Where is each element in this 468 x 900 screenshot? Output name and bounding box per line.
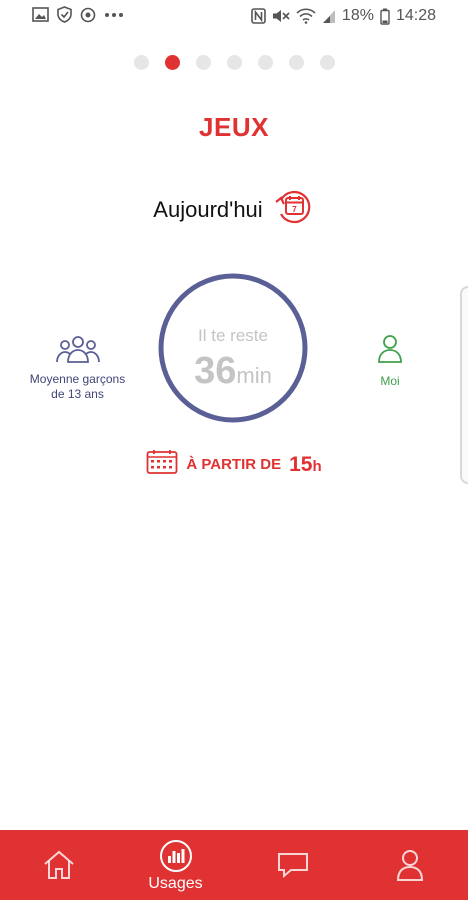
mute-icon xyxy=(272,8,290,24)
page-dot[interactable] xyxy=(288,55,304,70)
page-dot[interactable] xyxy=(319,55,335,70)
page-dot[interactable] xyxy=(226,55,242,70)
calendar-history-icon[interactable]: 7 xyxy=(273,186,315,233)
person-icon xyxy=(350,334,430,364)
remaining-time: Il te reste 36min xyxy=(157,272,309,424)
wifi-icon xyxy=(296,8,316,24)
home-icon xyxy=(0,848,117,882)
peer-average[interactable]: Moyenne garçons de 13 ans xyxy=(20,334,135,402)
profile-icon xyxy=(351,848,468,882)
battery-icon xyxy=(380,8,390,25)
group-icon xyxy=(20,334,135,364)
drawer-handle[interactable] xyxy=(460,286,468,484)
page-title: JEUX xyxy=(199,112,269,142)
nav-chat[interactable] xyxy=(234,830,351,900)
status-left-icons xyxy=(32,6,124,23)
remaining-time-value: 36min xyxy=(157,350,309,393)
status-right-icons: 18% 14:28 xyxy=(251,6,436,26)
page-dot[interactable] xyxy=(195,55,211,70)
shield-icon xyxy=(57,6,72,23)
nav-usages[interactable]: Usages xyxy=(117,830,234,900)
peer-average-label: Moyenne garçons de 13 ans xyxy=(20,372,135,402)
page-dot[interactable] xyxy=(133,55,149,70)
usages-chart-icon xyxy=(117,839,234,873)
peer-average-label-line2: de 13 ans xyxy=(51,387,104,401)
page-indicator xyxy=(0,55,468,70)
bottom-navigation: Usages xyxy=(0,830,468,900)
calendar-day: 7 xyxy=(292,205,297,214)
page-dot-active[interactable] xyxy=(164,55,180,70)
available-from: À PARTIR DE 15h xyxy=(0,449,468,480)
calendar-grid-icon xyxy=(146,449,178,480)
remaining-time-number: 36 xyxy=(194,350,237,392)
my-usage[interactable]: Moi xyxy=(350,334,430,388)
nav-usages-label: Usages xyxy=(148,875,203,892)
peer-average-label-line1: Moyenne garçons xyxy=(29,372,126,386)
available-from-label: À PARTIR DE xyxy=(186,456,282,473)
image-icon xyxy=(32,7,49,22)
available-from-time: 15h xyxy=(289,453,322,477)
date-label: Aujourd'hui xyxy=(153,196,263,222)
remaining-time-caption: Il te reste xyxy=(198,326,268,345)
status-bar: 18% 14:28 xyxy=(0,0,468,34)
my-usage-label: Moi xyxy=(380,374,400,388)
available-from-hour: 15 xyxy=(289,452,313,476)
sync-icon xyxy=(80,7,96,23)
battery-percent: 18% xyxy=(341,7,374,24)
page-dot[interactable] xyxy=(257,55,273,70)
remaining-time-unit: min xyxy=(236,363,272,388)
nav-home[interactable] xyxy=(0,830,117,900)
more-dots-icon xyxy=(104,12,124,18)
chat-icon xyxy=(234,848,351,882)
nfc-icon xyxy=(251,8,266,24)
date-row: Aujourd'hui 7 xyxy=(0,186,468,233)
signal-icon xyxy=(322,8,336,24)
clock: 14:28 xyxy=(395,7,436,24)
nav-profile[interactable] xyxy=(351,830,468,900)
available-from-unit: h xyxy=(312,457,322,475)
